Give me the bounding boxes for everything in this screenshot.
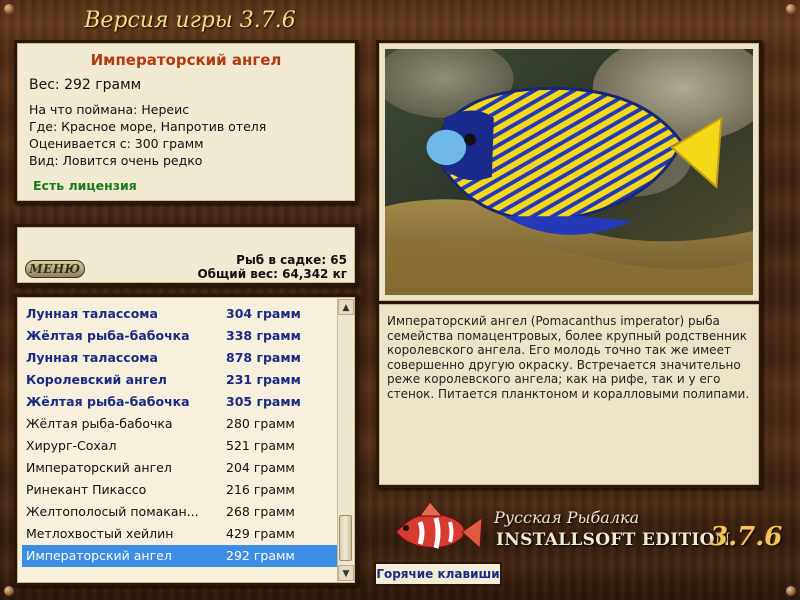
valuation-info: Оценивается с: 300 грамм — [29, 136, 204, 151]
catch-list[interactable]: Лунная талассома 304 грамм Жёлтая рыба-баб… — [22, 303, 339, 583]
catch-fish-weight: 204 грамм — [226, 460, 295, 475]
catch-row[interactable]: Ринекант Пикассо 216 грамм — [22, 479, 339, 501]
license-status: Есть лицензия — [33, 178, 137, 193]
catch-fish-weight: 231 грамм — [226, 372, 301, 387]
catch-fish-weight: 216 грамм — [226, 482, 295, 497]
fish-count: Рыб в садке: 65 — [236, 253, 347, 267]
catch-fish-name: Хирург-Сохал — [26, 438, 117, 453]
catch-fish-name: Жёлтая рыба-бабочка — [26, 394, 190, 409]
catch-fish-weight: 305 грамм — [226, 394, 301, 409]
game-logo: Русская Рыбалка INSTALLSOFT EDITION 3.7.… — [388, 494, 788, 564]
catch-row[interactable]: Жёлтая рыба-бабочка 305 грамм — [22, 391, 339, 413]
corner-nail — [786, 4, 796, 14]
logo-fish-icon — [395, 501, 483, 550]
catch-fish-weight: 280 грамм — [226, 416, 295, 431]
catch-fish-weight: 878 грамм — [226, 350, 301, 365]
fish-photo — [385, 49, 753, 295]
catch-list-panel: Лунная талассома 304 грамм Жёлтая рыба-баб… — [14, 294, 358, 586]
fish-description: Императорский ангел (Pomacanthus imperat… — [387, 314, 750, 401]
catch-row[interactable]: Жёлтая рыба-бабочка 338 грамм — [22, 325, 339, 347]
catch-fish-weight: 304 грамм — [226, 306, 301, 321]
catch-fish-name: Жёлтая рыба-бабочка — [26, 416, 173, 431]
catch-row[interactable]: Королевский ангел 231 грамм — [22, 369, 339, 391]
fish-info-card: Императорский ангел Вес: 292 грамм На чт… — [14, 40, 358, 204]
catch-fish-name: Королевский ангел — [26, 372, 167, 387]
location-info: Где: Красное море, Напротив отеля — [29, 119, 267, 134]
rarity-info: Вид: Ловится очень редко — [29, 153, 203, 168]
catch-fish-weight: 338 грамм — [226, 328, 301, 343]
catch-fish-name: Императорский ангел — [26, 460, 172, 475]
catch-fish-name: Лунная талассома — [26, 350, 158, 365]
catch-row[interactable]: Желтополосый помакан... 268 грамм — [22, 501, 339, 523]
catch-list-scrollbar[interactable]: ▲ ▼ — [337, 299, 354, 581]
fish-details: На что поймана: Нереис Где: Красное море… — [29, 101, 343, 169]
fish-name: Императорский ангел — [90, 51, 282, 69]
scroll-down-icon[interactable]: ▼ — [338, 565, 354, 581]
catch-row-selected[interactable]: Императорский ангел 292 грамм — [22, 545, 339, 567]
logo-version: 3.7.6 — [710, 522, 783, 552]
catch-fish-name: Лунная талассома — [26, 306, 158, 321]
catch-row[interactable]: Хирург-Сохал 521 грамм — [22, 435, 339, 457]
catch-fish-name: Желтополосый помакан... — [26, 504, 199, 519]
version-title: Версия игры 3.7.6 — [84, 8, 296, 33]
logo-edition: INSTALLSOFT EDITION — [496, 530, 731, 550]
catch-fish-name: Жёлтая рыба-бабочка — [26, 328, 190, 343]
catch-fish-name: Ринекант Пикассо — [26, 482, 147, 497]
catch-row[interactable]: Лунная талассома 304 грамм — [22, 303, 339, 325]
fish-weight: Вес: 292 грамм — [29, 77, 142, 93]
catch-fish-name: Метлохвостый хейлин — [26, 526, 174, 541]
stats-panel: МЕНЮ Рыб в садке: 65 Общий вес: 64,342 к… — [14, 224, 358, 286]
catch-fish-name: Императорский ангел — [26, 548, 172, 563]
cage-stats: Рыб в садке: 65 Общий вес: 64,342 кг — [197, 253, 347, 281]
catch-row[interactable]: Лунная талассома 878 грамм — [22, 347, 339, 369]
menu-button[interactable]: МЕНЮ — [25, 260, 85, 278]
hotkeys-button[interactable]: Горячие клавиши — [374, 562, 502, 586]
logo-title: Русская Рыбалка — [494, 508, 640, 527]
catch-fish-weight: 292 грамм — [226, 548, 295, 563]
bait-info: На что поймана: Нереис — [29, 102, 190, 117]
fish-photo-panel — [376, 40, 762, 304]
catch-fish-weight: 429 грамм — [226, 526, 295, 541]
catch-row[interactable]: Императорский ангел 204 грамм — [22, 457, 339, 479]
total-weight: Общий вес: 64,342 кг — [197, 267, 347, 281]
catch-fish-weight: 268 грамм — [226, 504, 295, 519]
scroll-up-icon[interactable]: ▲ — [338, 299, 354, 315]
description-panel: Императорский ангел (Pomacanthus imperat… — [376, 304, 762, 488]
catch-row[interactable]: Жёлтая рыба-бабочка 280 грамм — [22, 413, 339, 435]
catch-row[interactable]: Метлохвостый хейлин 429 грамм — [22, 523, 339, 545]
corner-nail — [4, 586, 14, 596]
catch-fish-weight: 521 грамм — [226, 438, 295, 453]
scrollbar-thumb[interactable] — [339, 515, 352, 561]
corner-nail — [786, 586, 796, 596]
